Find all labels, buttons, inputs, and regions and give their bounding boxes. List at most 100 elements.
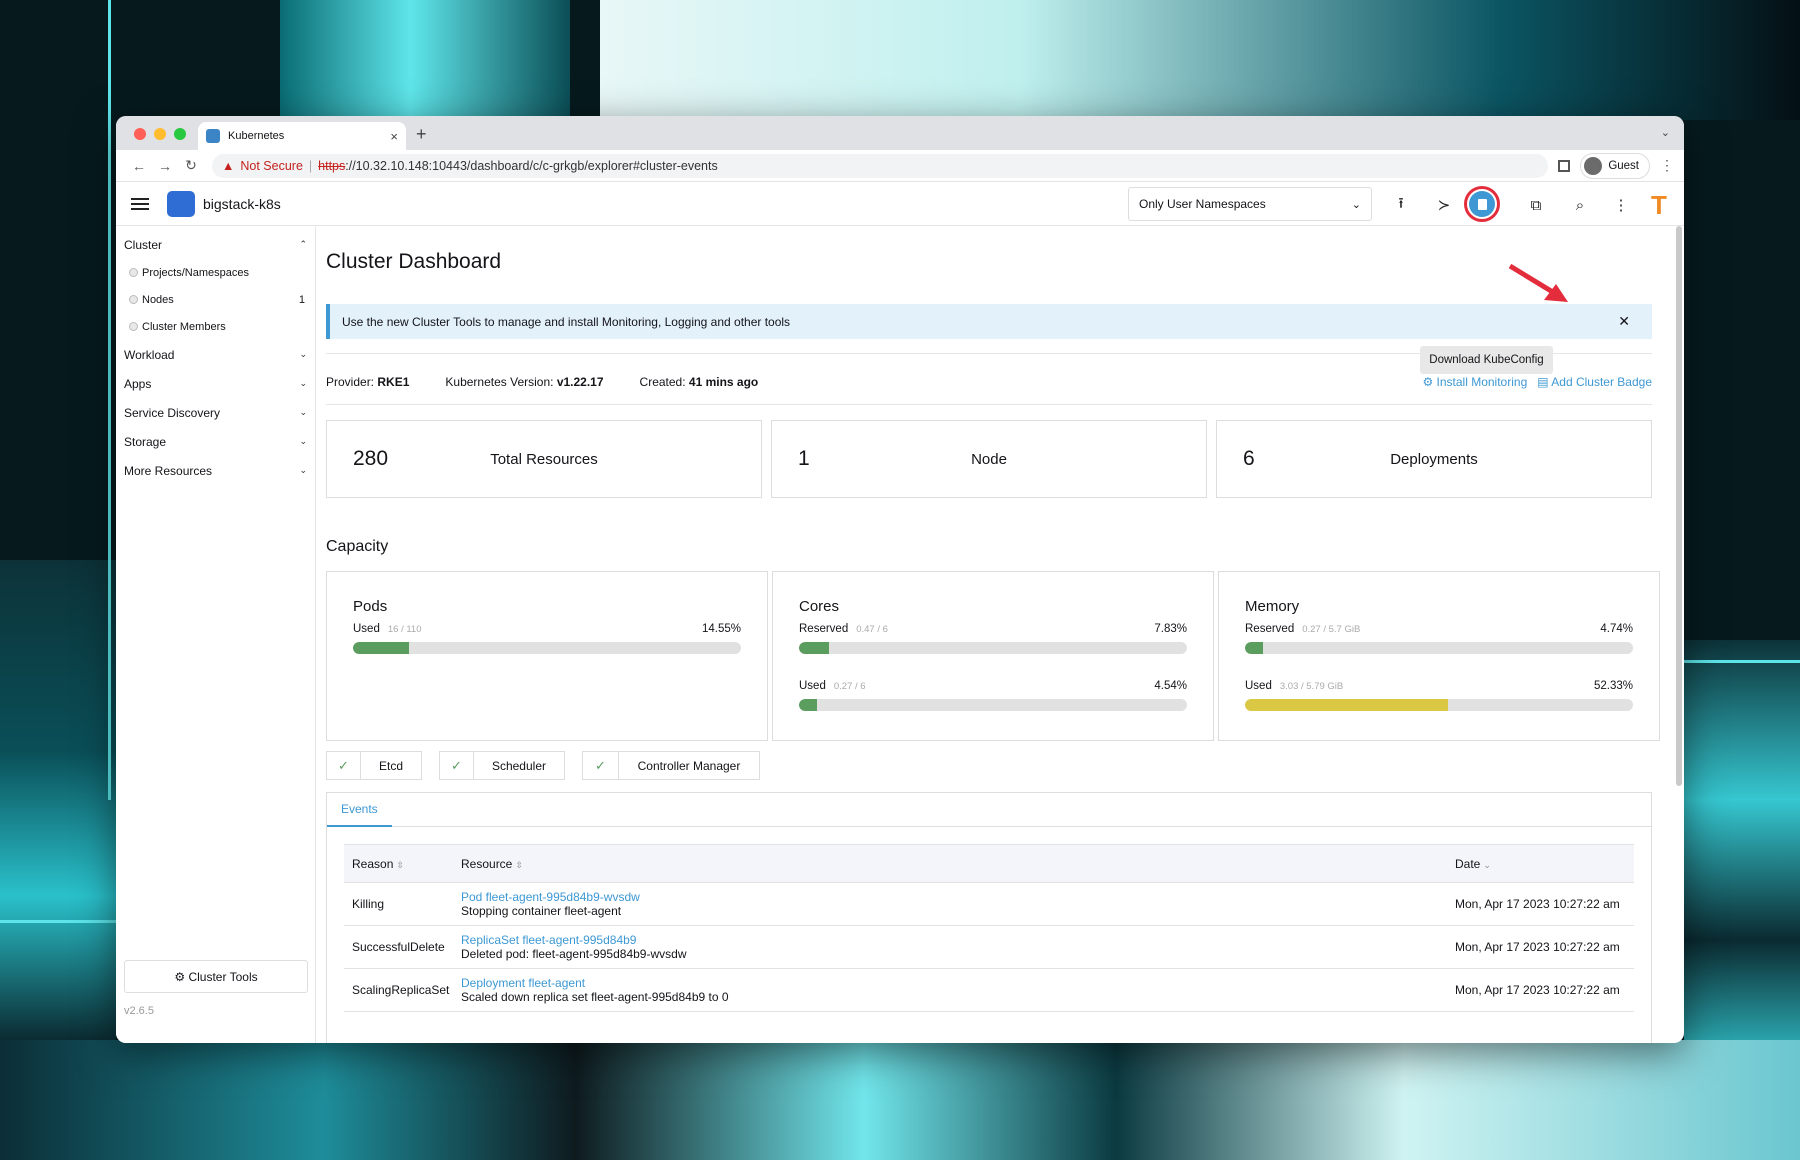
sidebar-item-label: Nodes: [142, 293, 174, 306]
close-window-button[interactable]: [134, 128, 146, 140]
card-label: Total Resources: [490, 450, 598, 468]
address-bar[interactable]: ▲ Not Secure | https ://10.32.10.148:104…: [212, 153, 1549, 178]
add-cluster-badge-link[interactable]: ▤ Add Cluster Badge: [1537, 375, 1652, 389]
new-tab-button[interactable]: +: [416, 124, 427, 145]
deployments-card[interactable]: 6 Deployments: [1216, 420, 1652, 498]
maximize-window-button[interactable]: [174, 128, 186, 140]
sidebar-group-more-resources[interactable]: More Resources ⌄: [116, 456, 315, 485]
annotation-arrow-icon: [1508, 264, 1568, 302]
hamburger-menu-icon[interactable]: [131, 197, 149, 210]
download-kubeconfig-button[interactable]: [1464, 186, 1500, 222]
resource-link[interactable]: Deployment fleet-agent: [461, 976, 1447, 990]
more-actions-icon[interactable]: ⋮: [1610, 194, 1632, 216]
namespace-filter-value: Only User Namespaces: [1139, 197, 1266, 211]
page-title: Cluster Dashboard: [326, 250, 502, 273]
sidebar-item-nodes[interactable]: Nodes 1: [116, 286, 315, 313]
cluster-logo: [167, 190, 195, 217]
cluster-meta: Provider: RKE1 Kubernetes Version: v1.22…: [326, 375, 758, 389]
tab-strip: Kubernetes × + ⌄: [116, 116, 1684, 150]
sidebar-item-projects-namespaces[interactable]: Projects/Namespaces: [116, 259, 315, 286]
sort-icon: ⇳: [396, 859, 404, 870]
chevron-down-icon: ⌄: [299, 378, 307, 388]
url-scheme: https: [318, 158, 346, 173]
sidebar-group-storage[interactable]: Storage ⌄: [116, 427, 315, 456]
column-header-date[interactable]: Date ⌄: [1447, 844, 1634, 883]
events-table: Reason ⇳ Resource ⇳ Date ⌄ Killing Pod flee…: [344, 844, 1634, 1012]
total-resources-card[interactable]: 280 Total Resources: [326, 420, 762, 498]
sidebar-group-label: Storage: [124, 434, 167, 449]
status-dot-icon: [129, 322, 138, 331]
sidebar-group-cluster[interactable]: Cluster ⌃: [116, 230, 315, 259]
sidebar-item-label: Projects/Namespaces: [142, 266, 249, 279]
memory-reserved-gauge: Reserved 0.27 / 5.7 GiB 4.74%: [1245, 623, 1633, 654]
copy-kubeconfig-icon[interactable]: ⧉: [1525, 194, 1547, 216]
info-banner: Use the new Cluster Tools to manage and …: [326, 304, 1652, 339]
forward-button[interactable]: →: [152, 158, 178, 174]
cluster-tools-button[interactable]: ⚙ Cluster Tools: [124, 960, 308, 993]
kubectl-shell-icon[interactable]: ≻: [1433, 194, 1455, 216]
tab-title: Kubernetes: [228, 130, 285, 142]
gauge-title: Memory: [1245, 598, 1300, 615]
banner-text: Use the new Cluster Tools to manage and …: [342, 314, 791, 329]
reload-button[interactable]: ↻: [178, 157, 204, 174]
divider: [326, 404, 1652, 405]
sidebar-group-label: More Resources: [124, 463, 213, 478]
resource-link[interactable]: Pod fleet-agent-995d84b9-wvsdw: [461, 890, 1447, 904]
close-icon[interactable]: ✕: [1618, 313, 1630, 330]
profile-avatar-icon: [1584, 156, 1603, 175]
header-links: ⚙ Install Monitoring ▤ Add Cluster Badge: [1422, 375, 1652, 389]
pods-gauge-card: Pods Used 16 / 110 14.55%: [326, 571, 768, 741]
app-header: bigstack-k8s Only User Namespaces ⌄ ⭱ ≻ …: [116, 182, 1684, 226]
memory-gauge-card: Memory Reserved 0.27 / 5.7 GiB 4.74% Used 3…: [1218, 571, 1660, 741]
column-header-reason[interactable]: Reason ⇳: [344, 844, 453, 883]
install-monitoring-link[interactable]: ⚙ Install Monitoring: [1422, 375, 1527, 389]
sidebar-item-cluster-members[interactable]: Cluster Members: [116, 313, 315, 340]
chevron-down-icon: ⌄: [299, 436, 307, 446]
chevron-down-icon: ⌄: [1351, 198, 1361, 211]
sidebar-group-label: Workload: [124, 347, 175, 362]
profile-button[interactable]: Guest: [1580, 152, 1650, 179]
gauge-title: Cores: [799, 598, 840, 615]
minimize-window-button[interactable]: [154, 128, 166, 140]
tab-events[interactable]: Events: [327, 793, 392, 827]
chevron-down-icon: ⌄: [299, 407, 307, 417]
tab-search-chevron-icon[interactable]: ⌄: [1661, 126, 1670, 139]
not-secure-label: Not Secure: [240, 158, 303, 173]
component-etcd: ✓ Etcd: [326, 751, 422, 780]
pods-used-gauge: Used 16 / 110 14.55%: [353, 623, 741, 654]
card-label: Node: [971, 450, 1007, 468]
cluster-name: bigstack-k8s: [203, 195, 281, 212]
cores-reserved-bar: [799, 642, 830, 654]
search-icon[interactable]: ⌕: [1569, 194, 1591, 216]
sidebar-group-label: Service Discovery: [124, 405, 221, 420]
sidebar-group-workload[interactable]: Workload ⌄: [116, 340, 315, 369]
namespace-filter-select[interactable]: Only User Namespaces ⌄: [1128, 187, 1372, 221]
gauge-title: Pods: [353, 598, 388, 615]
back-button[interactable]: ←: [126, 158, 152, 174]
column-header-resource[interactable]: Resource ⇳: [453, 844, 1447, 883]
cores-reserved-gauge: Reserved 0.47 / 6 7.83%: [799, 623, 1187, 654]
sidebar-group-service-discovery[interactable]: Service Discovery ⌄: [116, 398, 315, 427]
sidebar-group-apps[interactable]: Apps ⌄: [116, 369, 315, 398]
resource-link[interactable]: ReplicaSet fleet-agent-995d84b9: [461, 933, 1447, 947]
provider-info: Provider: RKE1: [326, 375, 410, 389]
memory-used-bar: [1245, 699, 1449, 711]
side-panel-icon[interactable]: [1558, 159, 1571, 172]
window-controls: [134, 128, 186, 140]
tab-close-icon[interactable]: ×: [390, 129, 398, 144]
warning-icon: ▲: [222, 158, 235, 173]
nodes-count-badge: 1: [298, 293, 305, 306]
chevron-up-icon: ⌃: [299, 239, 307, 249]
sidebar-group-label: Apps: [124, 376, 152, 391]
created-info: Created: 41 mins ago: [639, 375, 759, 389]
browser-tab[interactable]: Kubernetes ×: [198, 122, 406, 150]
kubernetes-favicon-icon: [206, 129, 220, 143]
user-avatar[interactable]: T: [1646, 192, 1672, 218]
scrollbar[interactable]: [1676, 226, 1682, 786]
events-tabs: Events: [327, 793, 1651, 827]
browser-menu-icon[interactable]: ⋮: [1660, 157, 1674, 174]
import-yaml-icon[interactable]: ⭱: [1390, 194, 1412, 216]
cores-gauge-card: Cores Reserved 0.47 / 6 7.83% Used 0.27 / 6…: [772, 571, 1214, 741]
profile-name: Guest: [1608, 159, 1639, 172]
node-card[interactable]: 1 Node: [771, 420, 1207, 498]
